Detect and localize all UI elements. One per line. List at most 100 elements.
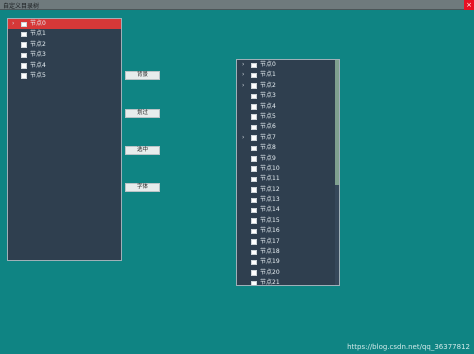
tree-node[interactable]: 节点5 [237, 112, 339, 122]
checkbox-icon[interactable] [251, 259, 257, 266]
tree-node[interactable]: 节点13 [237, 195, 339, 205]
checkbox-icon[interactable] [251, 239, 257, 245]
tree-node-label: 节点5 [30, 71, 46, 79]
tree-node-label: 节点0 [30, 20, 46, 27]
tree-node-label: 节点5 [260, 112, 276, 120]
checkbox-icon[interactable] [251, 72, 257, 79]
checkbox-icon[interactable] [251, 270, 257, 276]
tree-node-label: 节点19 [260, 258, 280, 266]
checkbox-icon[interactable] [251, 280, 257, 285]
checkbox-icon[interactable] [21, 42, 27, 48]
tree-node[interactable]: 节点8 [237, 143, 339, 153]
checkbox-icon[interactable] [21, 31, 27, 38]
tree-node[interactable]: 节点15 [237, 216, 339, 226]
checkbox-icon[interactable] [251, 187, 257, 193]
select-button[interactable]: 选中 [125, 146, 160, 155]
tree-node-label: 节点6 [260, 123, 276, 131]
tree-node[interactable]: 节点1 [8, 29, 121, 39]
tree-node-label: 节点11 [260, 175, 280, 183]
background-button[interactable]: 背景 [125, 71, 160, 80]
checkbox-icon[interactable] [21, 73, 27, 79]
tree-node-label: 节点13 [260, 196, 280, 204]
checkbox-icon[interactable] [21, 52, 27, 59]
hover-button[interactable]: 划过 [125, 109, 160, 118]
tree-node-label: 节点14 [260, 206, 280, 214]
tree-node[interactable]: 节点3 [237, 91, 339, 101]
tree-node[interactable]: 节点2 [8, 40, 121, 50]
checkbox-icon[interactable] [251, 62, 257, 68]
watermark: https://blog.csdn.net/qq_36377812 [347, 343, 470, 351]
tree-node[interactable]: 节点6 [237, 122, 339, 132]
tree-node-label: 节点1 [260, 71, 276, 79]
tree-node[interactable]: 节点18 [237, 247, 339, 257]
tree-node[interactable]: 节点3 [8, 50, 121, 60]
scrollbar-track[interactable] [335, 60, 339, 285]
checkbox-icon[interactable] [251, 166, 257, 172]
checkbox-icon[interactable] [251, 197, 257, 204]
tree-node[interactable]: 节点14 [237, 205, 339, 215]
scrollbar-thumb[interactable] [335, 60, 339, 185]
tree-node-label: 节点12 [260, 185, 280, 193]
tree-node[interactable]: › 节点2 [237, 81, 339, 91]
title-bar: 自定义目录树 × [0, 0, 474, 10]
checkbox-icon[interactable] [251, 249, 257, 256]
chevron-right-icon[interactable]: › [12, 19, 14, 29]
window-title: 自定义目录树 [3, 3, 40, 10]
left-tree-panel[interactable]: › 节点0 节点1 节点2 节点3 节点4 节点5 [7, 18, 122, 261]
tree-node-label: 节点21 [260, 279, 280, 286]
checkbox-icon[interactable] [251, 104, 257, 110]
chevron-right-icon[interactable]: › [242, 81, 244, 91]
tree-node-label: 节点15 [260, 216, 280, 224]
tree-node[interactable]: 节点4 [8, 61, 121, 71]
checkbox-icon[interactable] [251, 145, 257, 152]
checkbox-icon[interactable] [251, 228, 257, 235]
chevron-right-icon[interactable]: › [242, 133, 244, 143]
checkbox-icon[interactable] [251, 218, 257, 224]
tree-node-label: 节点10 [260, 164, 280, 172]
tree-node[interactable]: 节点12 [237, 185, 339, 195]
checkbox-icon[interactable] [251, 176, 257, 183]
tree-node[interactable]: 节点4 [237, 102, 339, 112]
tree-node[interactable]: 节点21 [237, 278, 339, 286]
chevron-right-icon[interactable]: › [242, 60, 244, 70]
checkbox-icon[interactable] [251, 114, 257, 120]
tree-node[interactable]: 节点16 [237, 226, 339, 236]
tree-node[interactable]: › 节点1 [237, 70, 339, 80]
checkbox-icon[interactable] [251, 83, 257, 89]
tree-node-label: 节点4 [260, 102, 276, 110]
tree-node-label: 节点3 [260, 92, 276, 100]
checkbox-icon[interactable] [21, 63, 27, 69]
checkbox-icon[interactable] [251, 135, 257, 141]
font-button[interactable]: 字体 [125, 183, 160, 192]
tree-node-label: 节点16 [260, 227, 280, 235]
chevron-right-icon[interactable]: › [242, 70, 244, 80]
checkbox-icon[interactable] [251, 124, 257, 131]
tree-node-label: 节点1 [30, 30, 46, 38]
tree-node[interactable]: 节点19 [237, 257, 339, 267]
tree-node[interactable]: 节点11 [237, 174, 339, 184]
tree-node[interactable]: › 节点0 [237, 60, 339, 70]
checkbox-icon[interactable] [21, 21, 27, 27]
tree-node[interactable]: 节点20 [237, 268, 339, 278]
tree-node-label: 节点3 [30, 51, 46, 59]
tree-node-label: 节点0 [260, 61, 276, 68]
right-tree-panel[interactable]: › 节点0 › 节点1 › 节点2 节点3 节点4 节点5 节点6 › 节点7 节点8 节点9 节点10 节点… [236, 59, 340, 286]
tree-node[interactable]: 节点10 [237, 164, 339, 174]
tree-node-label: 节点7 [260, 133, 276, 141]
tree-node-label: 节点2 [260, 81, 276, 89]
tree-node-label: 节点20 [260, 268, 280, 276]
tree-node-label: 节点2 [30, 40, 46, 48]
tree-node[interactable]: 节点9 [237, 154, 339, 164]
checkbox-icon[interactable] [251, 93, 257, 100]
tree-node-label: 节点4 [30, 61, 46, 69]
tree-node-label: 节点18 [260, 248, 280, 256]
tree-node[interactable]: 节点5 [8, 71, 121, 81]
tree-node[interactable]: › 节点0 [8, 19, 121, 30]
checkbox-icon[interactable] [251, 207, 257, 214]
tree-node-label: 节点8 [260, 144, 276, 152]
tree-node-label: 节点9 [260, 154, 276, 162]
tree-node[interactable]: 节点17 [237, 237, 339, 247]
close-icon[interactable]: × [464, 0, 474, 10]
tree-node[interactable]: › 节点7 [237, 133, 339, 143]
checkbox-icon[interactable] [251, 156, 257, 162]
